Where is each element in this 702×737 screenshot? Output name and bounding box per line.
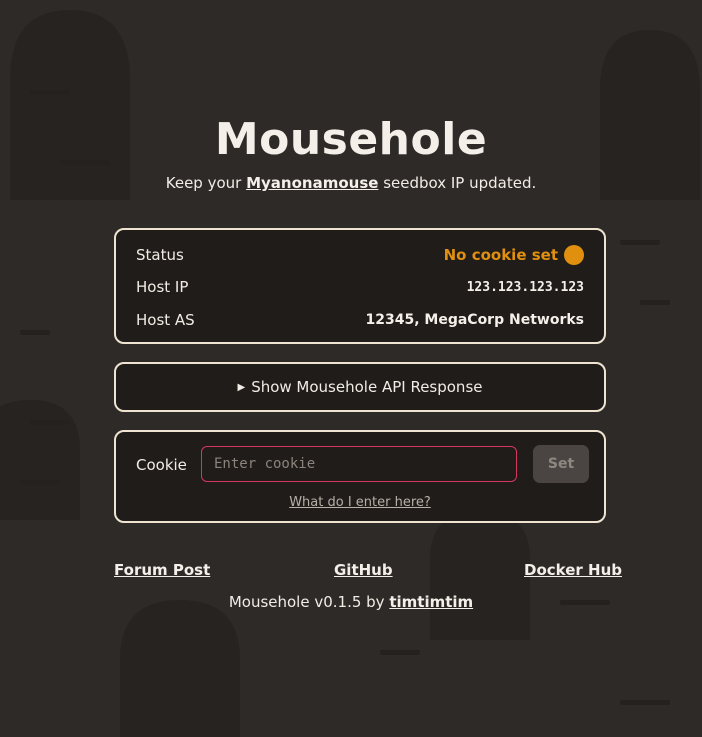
set-button[interactable]: Set <box>533 445 589 483</box>
host-ip-value: 123.123.123.123 <box>466 279 584 295</box>
cookie-input[interactable] <box>201 446 517 482</box>
host-ip-row: Host IP 123.123.123.123 <box>136 276 584 298</box>
tagline: Keep your Myanonamouse seedbox IP update… <box>0 174 702 192</box>
tagline-suffix: seedbox IP updated. <box>378 174 537 192</box>
host-ip-label: Host IP <box>136 278 189 296</box>
api-response-toggle[interactable]: ▶ Show Mousehole API Response <box>116 364 604 410</box>
myanonamouse-link[interactable]: Myanonamouse <box>246 174 378 192</box>
docker-hub-link[interactable]: Docker Hub <box>524 561 622 579</box>
author-link[interactable]: timtimtim <box>389 593 473 611</box>
status-value: No cookie set <box>443 246 558 264</box>
status-value-group: No cookie set <box>444 245 584 265</box>
status-label: Status <box>136 246 184 264</box>
credits-text: Mousehole v0.1.5 by <box>228 593 390 611</box>
credits: Mousehole v0.1.5 by timtimtim <box>0 593 702 611</box>
host-as-value: 12345, MegaCorp Networks <box>365 312 585 328</box>
host-as-label: Host AS <box>136 311 195 329</box>
cookie-label: Cookie <box>136 456 187 474</box>
status-indicator-icon <box>564 245 584 265</box>
cookie-help-link[interactable]: What do I enter here? <box>116 495 604 510</box>
host-as-row: Host AS 12345, MegaCorp Networks <box>136 309 584 331</box>
api-response-card: ▶ Show Mousehole API Response <box>114 362 606 412</box>
status-row: Status No cookie set <box>136 244 584 266</box>
tagline-prefix: Keep your <box>165 174 247 192</box>
cookie-card: Cookie Set What do I enter here? <box>114 430 606 523</box>
forum-post-link[interactable]: Forum Post <box>114 561 210 579</box>
github-link[interactable]: GitHub <box>334 561 393 579</box>
api-response-toggle-label: Show Mousehole API Response <box>251 378 483 396</box>
page-title: Mousehole <box>214 114 488 165</box>
triangle-right-icon: ▶ <box>237 381 246 393</box>
page: Mousehole Keep your Myanonamouse seedbox… <box>0 0 702 737</box>
status-card: Status No cookie set Host IP 123.123.123… <box>114 228 606 344</box>
